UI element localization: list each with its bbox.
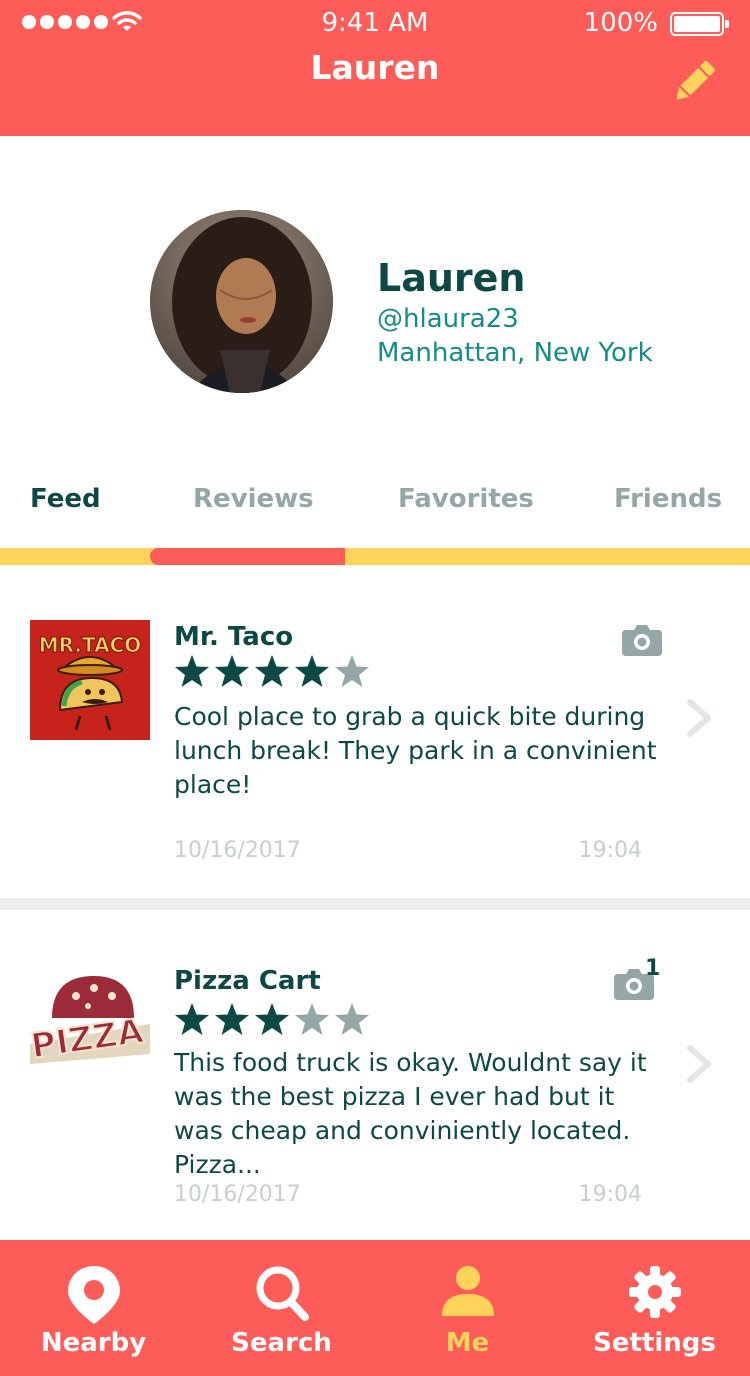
rating-stars xyxy=(174,1002,370,1036)
pencil-icon xyxy=(676,60,716,100)
nav-nearby[interactable]: Nearby xyxy=(0,1240,187,1376)
tab-favorites[interactable]: Favorites xyxy=(398,484,534,514)
tab-friends[interactable]: Friends xyxy=(614,484,722,514)
rating-stars xyxy=(174,654,370,688)
star-filled-icon xyxy=(175,1003,209,1035)
chevron-right-icon xyxy=(687,1045,711,1083)
tab-reviews[interactable]: Reviews xyxy=(193,484,314,514)
mr-taco-logo: MR.TACO xyxy=(30,620,150,740)
item-review-text: This food truck is okay. Wouldnt say it … xyxy=(174,1048,647,1179)
feed-item-pizza-cart[interactable]: PIZZA Pizza Cart 1 This food truck is ok… xyxy=(0,910,750,1240)
item-date: 10/16/2017 xyxy=(174,1182,301,1207)
person-icon xyxy=(441,1266,494,1316)
pizza-cart-logo: PIZZA xyxy=(27,968,150,1088)
star-filled-icon xyxy=(255,1003,289,1035)
search-icon xyxy=(256,1266,309,1321)
nav-label-search: Search xyxy=(231,1328,332,1358)
star-empty-icon xyxy=(335,655,369,687)
item-title: Pizza Cart xyxy=(174,966,321,996)
chevron-right-icon xyxy=(687,699,711,737)
gear-icon xyxy=(628,1266,681,1318)
feed-item-mr-taco[interactable]: MR.TACO Mr. Taco Cool place to grab a qu… xyxy=(0,566,750,896)
star-filled-icon xyxy=(295,655,329,687)
star-filled-icon xyxy=(175,655,209,687)
nav-search[interactable]: Search xyxy=(188,1240,375,1376)
item-time: 19:04 xyxy=(578,1182,642,1207)
profile-name: Lauren xyxy=(377,256,526,300)
feed-divider xyxy=(0,898,750,910)
page-title: Lauren xyxy=(310,48,440,87)
camera-icon[interactable] xyxy=(622,622,662,656)
star-filled-icon xyxy=(215,655,249,687)
item-time: 19:04 xyxy=(578,838,642,863)
edit-profile-button[interactable] xyxy=(668,56,720,108)
tab-bar xyxy=(0,548,750,565)
star-filled-icon xyxy=(255,655,289,687)
map-pin-icon xyxy=(67,1266,120,1324)
nav-me[interactable]: Me xyxy=(374,1240,561,1376)
nav-settings[interactable]: Settings xyxy=(561,1240,748,1376)
app-header: 9:41 AM 100% Lauren xyxy=(0,0,750,136)
item-review-text: Cool place to grab a quick bite during l… xyxy=(174,702,657,799)
nav-label-settings: Settings xyxy=(593,1328,716,1358)
item-title: Mr. Taco xyxy=(174,622,294,652)
star-empty-icon xyxy=(335,1003,369,1035)
active-tab-indicator xyxy=(150,548,345,565)
avatar[interactable] xyxy=(150,210,333,393)
battery-icon xyxy=(670,12,729,36)
nav-label-nearby: Nearby xyxy=(40,1328,147,1358)
battery-percentage: 100% xyxy=(583,8,658,38)
avatar-photo xyxy=(150,210,333,393)
status-bar: 9:41 AM 100% xyxy=(0,0,750,46)
tab-feed[interactable]: Feed xyxy=(30,484,101,514)
bottom-navigation: Nearby Search Me Settings xyxy=(0,1240,750,1376)
profile-handle: @hlaura23 xyxy=(377,304,519,334)
nav-label-me: Me xyxy=(445,1328,490,1358)
photo-count-badge: 1 xyxy=(645,956,661,981)
pizza-cart-logo-text: PIZZA xyxy=(30,1011,147,1066)
item-date: 10/16/2017 xyxy=(174,838,301,863)
profile-location: Manhattan, New York xyxy=(377,338,653,368)
star-empty-icon xyxy=(295,1003,329,1035)
star-filled-icon xyxy=(215,1003,249,1035)
mr-taco-logo-text: MR.TACO xyxy=(39,633,142,657)
